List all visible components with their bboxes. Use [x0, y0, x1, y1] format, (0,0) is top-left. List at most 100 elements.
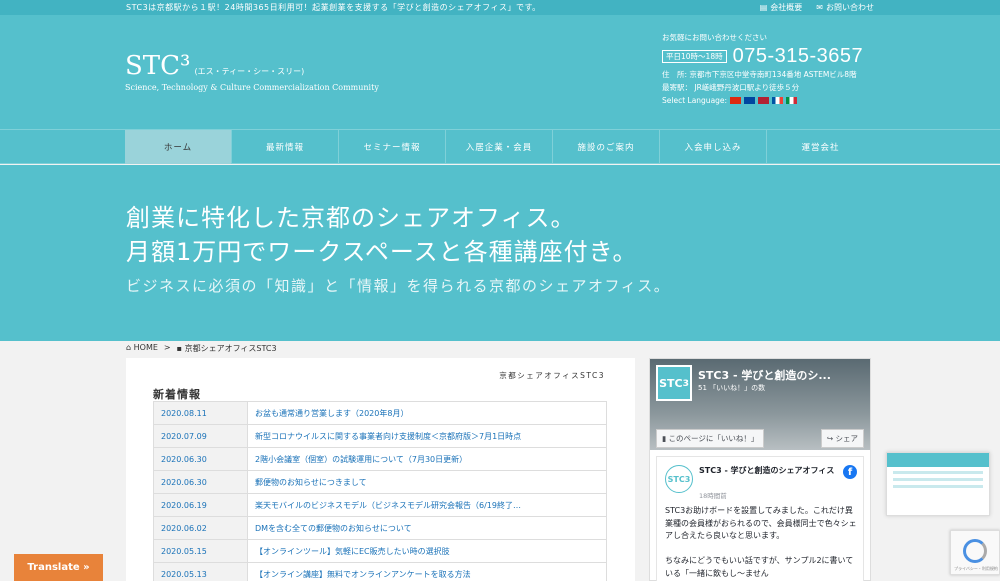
language-selector: Select Language: [662, 94, 882, 107]
news-row[interactable]: 2020.06.19 楽天モバイルのビジネスモデル（ビジネスモデル研究会報告（6/… [153, 493, 607, 517]
logo-name: STC³ [125, 51, 191, 81]
page-preview-thumbnail[interactable] [886, 452, 990, 516]
facebook-share-button[interactable]: ↪ シェア [820, 429, 864, 448]
logo-subtitle: Science, Technology & Culture Commercial… [125, 83, 379, 92]
news-date: 2020.05.13 [153, 562, 248, 581]
news-title-link[interactable]: お盆も通常通り営業します（2020年8月） [247, 401, 607, 425]
breadcrumb-home-label: HOME [133, 343, 158, 352]
flag-italy-icon[interactable] [786, 97, 798, 104]
news-date: 2020.06.30 [153, 470, 248, 494]
nav-company[interactable]: 運営会社 [767, 130, 874, 164]
logo-kana: (エス・ティー・シー・スリー) [194, 67, 305, 76]
flag-france-icon[interactable] [772, 97, 784, 104]
nav-facility[interactable]: 施設のご案内 [553, 130, 660, 164]
news-row[interactable]: 2020.06.30 郵便物のお知らせにつきまして [153, 470, 607, 494]
facebook-icon[interactable]: f [843, 465, 857, 479]
facebook-page-name[interactable]: STC3 - 学びと創造のシ... [698, 367, 831, 383]
news-date: 2020.06.19 [153, 493, 248, 517]
contact-label: お問い合わせ [826, 3, 874, 12]
page-title: 京都シェアオフィスSTC3 [499, 371, 605, 380]
business-hours: 平日10時〜18時 [662, 49, 727, 63]
thumbnail-line [893, 485, 983, 488]
thumbnail-line [893, 478, 983, 481]
facebook-likes: 51 「いいね！」の数 [698, 384, 766, 392]
address: 住 所: 京都市下京区中堂寺南町134番地 ASTEMビル8階 [662, 70, 857, 79]
post-time[interactable]: 18時間前 [699, 490, 727, 500]
news-row[interactable]: 2020.07.09 新型コロナウイルスに関する事業者向け支援制度＜京都府版＞7月… [153, 424, 607, 448]
company-link[interactable]: ▤ 会社概要 [760, 2, 803, 13]
hours-phone-row: 平日10時〜18時 075-315-3657 [662, 44, 882, 68]
hero-line-1: 創業に特化した京都のシェアオフィス。 [126, 204, 576, 232]
news-heading: 新着情報 [153, 388, 201, 401]
news-row[interactable]: 2020.05.13 【オンライン講座】無料でオンラインアンケートを取る方法 [153, 562, 607, 581]
breadcrumb-separator: > [163, 343, 171, 352]
nav-members[interactable]: 入居企業・会員 [446, 130, 553, 164]
mail-icon: ✉ [816, 3, 823, 12]
company-label: 会社概要 [770, 3, 803, 12]
facebook-widget: STC 3 STC3 - 学びと創造のシ... 51 「いいね！」の数 ▮ このペ… [649, 358, 871, 581]
news-title-link[interactable]: 2階小会議室（個室）の試験運用について（7月30日更新） [247, 447, 607, 471]
post-avatar[interactable]: STC3 [665, 465, 693, 493]
nav-apply[interactable]: 入会申し込み [660, 130, 767, 164]
site-logo[interactable]: STC³ (エス・ティー・シー・スリー) Science, Technology … [125, 51, 379, 92]
main-nav: ホーム 最新情報 セミナー情報 入居企業・会員 施設のご案内 入会申し込み 運営… [0, 129, 1000, 164]
folder-icon: ▪ [176, 344, 183, 353]
recaptcha-icon [963, 539, 987, 563]
facebook-like-icon: ▮ [662, 434, 667, 443]
news-row[interactable]: 2020.06.30 2階小会議室（個室）の試験運用について（7月30日更新） [153, 447, 607, 471]
news-row[interactable]: 2020.05.15 【オンラインツール】気軽にEC販売したい時の選択肢 [153, 539, 607, 563]
contact-prompt: お気軽にお問い合わせください [662, 33, 767, 42]
flag-usa-icon[interactable] [758, 97, 770, 104]
hero-subtitle: ビジネスに必須の「知識」と「情報」を得られる京都のシェアオフィス。 [126, 277, 671, 295]
facebook-post: STC3 STC3 - 学びと創造のシェアオフィス f 18時間前 STC3お助… [656, 456, 864, 581]
news-date: 2020.05.15 [153, 539, 248, 563]
news-date: 2020.06.30 [153, 447, 248, 471]
topbar: STC3は京都駅から１駅！24時間365日利用可！起業創業を支援する「学びと創造… [0, 0, 1000, 15]
news-title-link[interactable]: DMを含む全ての郵便物のお知らせについて [247, 516, 607, 540]
recaptcha-text: プライバシー・利用規約 [954, 566, 998, 571]
flag-korea-icon[interactable] [744, 97, 756, 104]
thumbnail-header [887, 453, 989, 467]
news-date: 2020.06.02 [153, 516, 248, 540]
facebook-like-button[interactable]: ▮ このページに「いいね！」 [656, 429, 765, 448]
news-title-link[interactable]: 郵便物のお知らせにつきまして [247, 470, 607, 494]
main-content: 京都シェアオフィスSTC3 新着情報 2020.08.11 お盆も通常通り営業しま… [126, 358, 635, 581]
topbar-tagline: STC3は京都駅から１駅！24時間365日利用可！起業創業を支援する「学びと創造… [126, 3, 541, 12]
news-title-link[interactable]: 楽天モバイルのビジネスモデル（ビジネスモデル研究会報告（6/19終了… [247, 493, 607, 517]
thumbnail-line [893, 471, 983, 474]
post-author[interactable]: STC3 - 学びと創造のシェアオフィス [699, 465, 841, 476]
language-label: Select Language: [662, 96, 728, 105]
hero: 創業に特化した京都のシェアオフィス。 月額1万円でワークスペースと各種講座付き。… [0, 165, 1000, 341]
news-row[interactable]: 2020.08.11 お盆も通常通り営業します（2020年8月） [153, 401, 607, 425]
nav-seminar[interactable]: セミナー情報 [339, 130, 446, 164]
breadcrumb-current-label: 京都シェアオフィスSTC3 [184, 344, 277, 353]
hero-line-2: 月額1万円でワークスペースと各種講座付き。 [126, 238, 638, 266]
share-icon: ↪ [826, 434, 834, 443]
facebook-page-logo: STC 3 [656, 365, 692, 401]
nearest-station: 最寄駅： JR嵯峨野丹波口駅より徒歩５分 [662, 83, 800, 92]
news-date: 2020.07.09 [153, 424, 248, 448]
nav-home[interactable]: ホーム [125, 130, 232, 164]
topbar-links: ▤ 会社概要 ✉ お問い合わせ [760, 2, 874, 13]
breadcrumb-current: ▪ 京都シェアオフィスSTC3 [177, 343, 277, 354]
recaptcha-badge[interactable]: プライバシー・利用規約 [950, 530, 1000, 575]
header: STC³ (エス・ティー・シー・スリー) Science, Technology … [0, 15, 1000, 129]
news-row[interactable]: 2020.06.02 DMを含む全ての郵便物のお知らせについて [153, 516, 607, 540]
home-icon: ⌂ [126, 343, 132, 352]
news-title-link[interactable]: 【オンラインツール】気軽にEC販売したい時の選択肢 [247, 539, 607, 563]
contact-block: お気軽にお問い合わせください 平日10時〜18時 075-315-3657 住 … [662, 31, 882, 107]
news-table: 2020.08.11 お盆も通常通り営業します（2020年8月） 2020.07.0… [153, 401, 607, 581]
phone-number[interactable]: 075-315-3657 [733, 44, 864, 68]
news-title-link[interactable]: 新型コロナウイルスに関する事業者向け支援制度＜京都府版＞7月1日時点 [247, 424, 607, 448]
document-icon: ▤ [759, 3, 768, 12]
nav-news[interactable]: 最新情報 [232, 130, 339, 164]
facebook-cover[interactable]: STC 3 STC3 - 学びと創造のシ... 51 「いいね！」の数 ▮ このペ… [650, 359, 870, 450]
post-body: STC3お助けボードを設置してみました。これだけ異業種の会員様がおられるので、会… [665, 506, 857, 578]
news-title-link[interactable]: 【オンライン講座】無料でオンラインアンケートを取る方法 [247, 562, 607, 581]
facebook-like-label: このページに「いいね！」 [668, 434, 759, 443]
news-date: 2020.08.11 [153, 401, 248, 425]
flag-china-icon[interactable] [730, 97, 742, 104]
translate-button[interactable]: Translate » [14, 554, 103, 581]
contact-link[interactable]: ✉ お問い合わせ [816, 2, 874, 13]
breadcrumb-home[interactable]: ⌂ HOME [126, 343, 158, 354]
